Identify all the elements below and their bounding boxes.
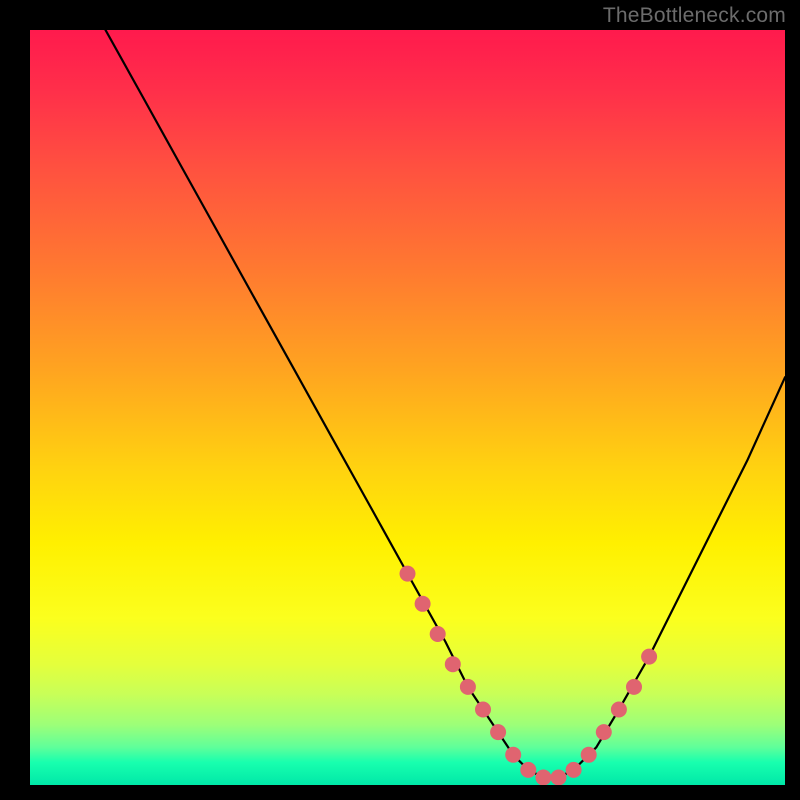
marker-point xyxy=(581,747,597,763)
marker-point xyxy=(551,770,567,786)
marker-point xyxy=(430,626,446,642)
chart-frame: TheBottleneck.com xyxy=(0,0,800,800)
attribution-label: TheBottleneck.com xyxy=(603,4,786,28)
marker-point xyxy=(415,596,431,612)
marker-point xyxy=(460,679,476,695)
marker-point xyxy=(445,656,461,672)
marker-point xyxy=(520,762,536,778)
marker-point xyxy=(535,770,551,786)
marker-point xyxy=(596,724,612,740)
chart-overlay xyxy=(30,30,785,785)
marker-point xyxy=(505,747,521,763)
plot-area xyxy=(30,30,785,785)
marker-point xyxy=(475,702,491,718)
marker-point xyxy=(400,566,416,582)
marker-point xyxy=(641,649,657,665)
marker-point xyxy=(490,724,506,740)
marker-point xyxy=(626,679,642,695)
marker-point xyxy=(611,702,627,718)
marker-point xyxy=(566,762,582,778)
marker-group xyxy=(400,566,658,785)
